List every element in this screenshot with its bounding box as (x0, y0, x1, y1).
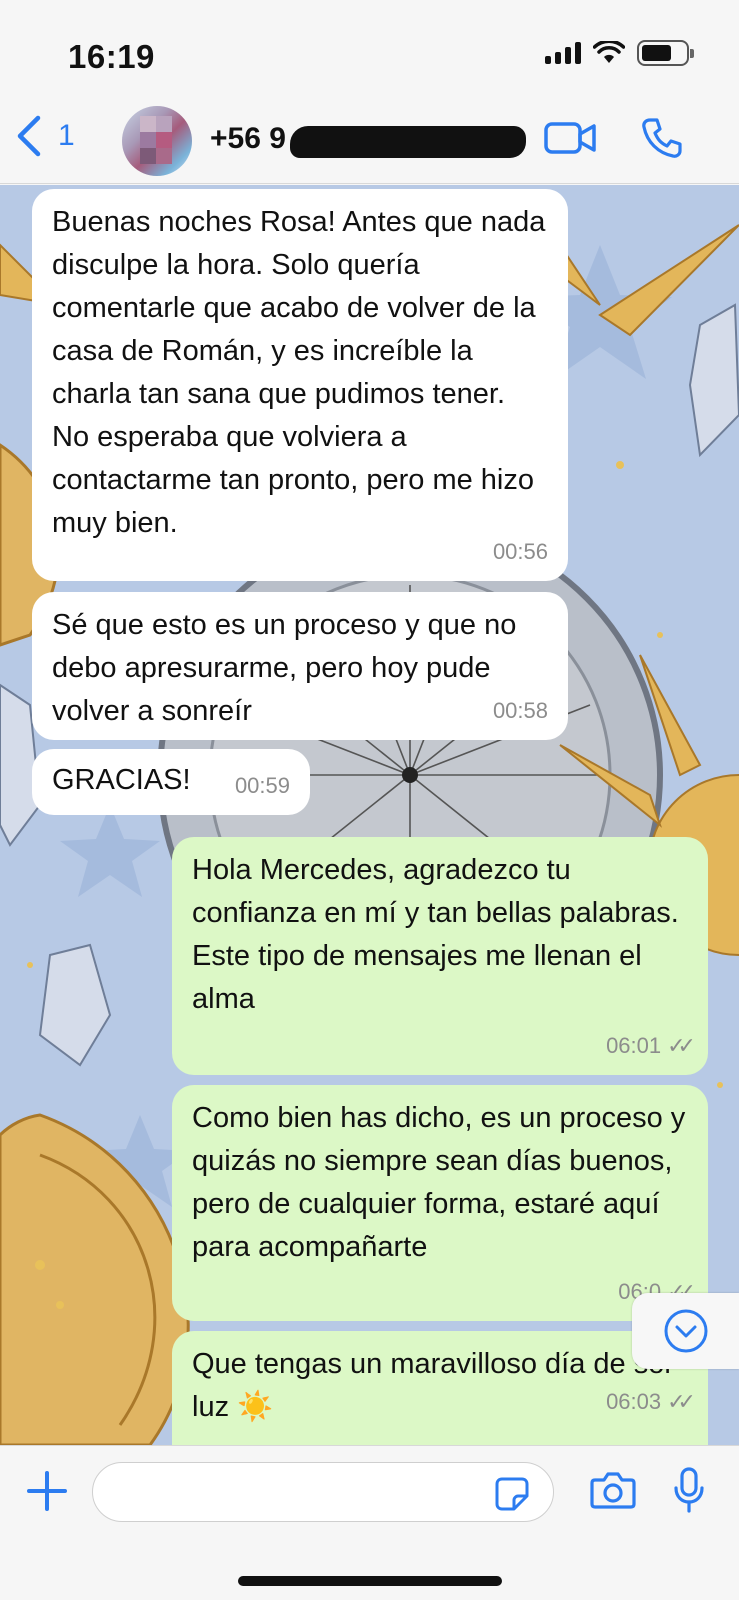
message-meta: 06:03 ✓✓ (606, 1380, 696, 1423)
chevron-down-circle-icon (664, 1309, 707, 1353)
message-text: Hola Mercedes, agradezco tu confianza en… (192, 854, 679, 1015)
message-meta: 00:59 (235, 764, 290, 807)
chat-header: 1 +56 9 (0, 100, 739, 184)
read-receipt-icon: ✓✓ (667, 1389, 696, 1414)
message-meta: 00:56 (493, 530, 548, 573)
message-bubble-incoming[interactable]: Buenas noches Rosa! Antes que nada discu… (32, 189, 568, 581)
home-indicator (238, 1576, 502, 1586)
message-bubble-outgoing[interactable]: Hola Mercedes, agradezco tu confianza en… (172, 837, 708, 1075)
status-icons (545, 40, 694, 66)
message-time: 00:59 (234, 773, 290, 798)
unread-count: 1 (58, 119, 75, 152)
cellular-signal-icon (545, 42, 581, 64)
sticker-button[interactable] (494, 1476, 530, 1517)
voice-call-button[interactable] (640, 116, 684, 165)
sticker-icon (495, 1477, 529, 1511)
message-time: 00:58 (492, 698, 548, 723)
message-bubble-outgoing[interactable]: Como bien has dicho, es un proceso y qui… (172, 1085, 708, 1321)
message-time: 06:01 (606, 1033, 662, 1058)
message-time: 00:56 (492, 539, 548, 564)
avatar[interactable] (122, 106, 192, 176)
wifi-icon (593, 41, 625, 63)
contact-name[interactable]: +56 9 (210, 122, 286, 156)
message-bubble-incoming[interactable]: GRACIAS! 00:59 (32, 749, 310, 815)
message-bubble-incoming[interactable]: Sé que esto es un proceso y que no debo … (32, 592, 568, 740)
message-time: 06:03 (606, 1389, 662, 1414)
microphone-icon (674, 1467, 704, 1513)
chevron-left-icon (17, 115, 41, 157)
battery-level (642, 45, 672, 61)
status-time: 16:19 (68, 38, 155, 75)
plus-icon (27, 1471, 67, 1511)
message-meta: 00:58 (493, 689, 548, 732)
video-camera-icon (544, 122, 596, 154)
scroll-to-bottom-button[interactable] (632, 1293, 739, 1369)
camera-icon (590, 1472, 636, 1509)
message-text: Buenas noches Rosa! Antes que nada discu… (52, 206, 554, 539)
message-input[interactable] (92, 1462, 554, 1522)
attach-button[interactable] (26, 1470, 68, 1517)
status-bar: 16:19 (0, 0, 739, 100)
video-call-button[interactable] (544, 118, 596, 163)
read-receipt-icon: ✓✓ (667, 1033, 696, 1058)
message-bubble-outgoing[interactable]: Que tengas un maravilloso día de sol luz… (172, 1331, 708, 1445)
phone-icon (642, 118, 682, 158)
redaction-mark (290, 126, 526, 158)
message-meta: 06:01 ✓✓ (606, 1024, 696, 1067)
microphone-button[interactable] (672, 1466, 706, 1519)
chat-area[interactable]: Buenas noches Rosa! Antes que nada discu… (0, 185, 739, 1445)
message-text: Sé que esto es un proceso y que no debo … (52, 609, 525, 727)
back-button[interactable]: 1 (14, 114, 75, 158)
camera-button[interactable] (590, 1470, 636, 1515)
battery-icon (637, 40, 694, 66)
message-text: Como bien has dicho, es un proceso y qui… (192, 1102, 694, 1263)
